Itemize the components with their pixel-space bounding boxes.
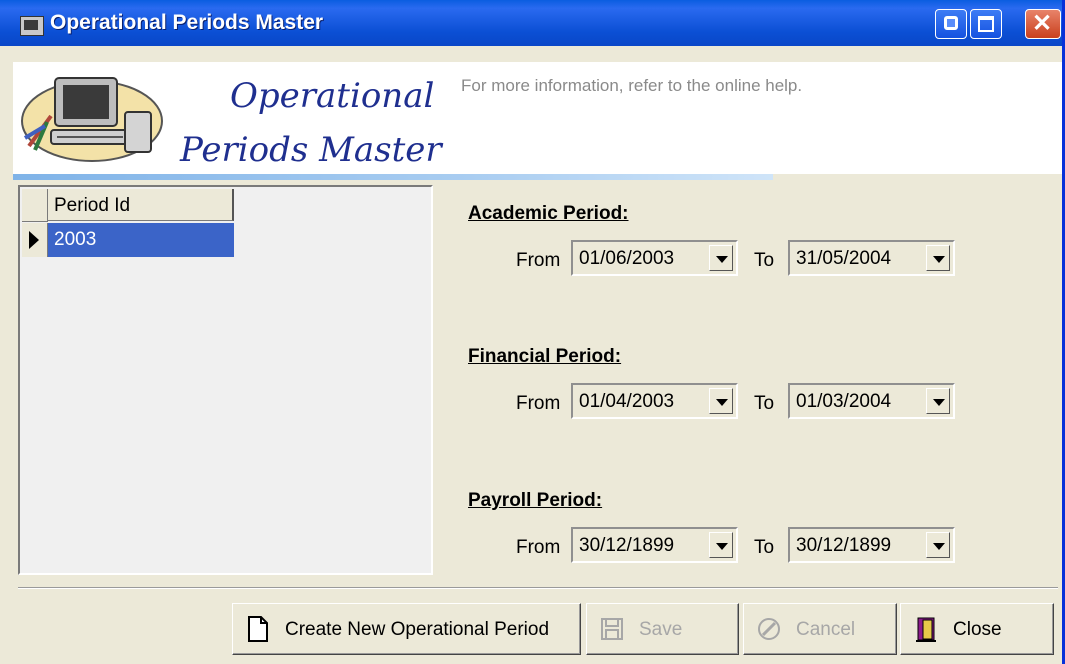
- payroll-to-label: To: [754, 537, 775, 558]
- financial-from-date[interactable]: 01/04/2003: [571, 383, 738, 419]
- payroll-period-title: Payroll Period:: [468, 490, 603, 511]
- chevron-down-icon[interactable]: [926, 245, 950, 271]
- minimize-button[interactable]: [935, 9, 967, 39]
- chevron-down-icon[interactable]: [926, 388, 950, 414]
- help-text: For more information, refer to the onlin…: [461, 76, 803, 95]
- payroll-to-value: 30/12/1899: [796, 535, 892, 556]
- operational-periods-window: Operational Periods Master ✕ Operational…: [0, 0, 1065, 664]
- exit-door-icon: [916, 617, 936, 642]
- column-header-period-id[interactable]: Period Id: [48, 189, 234, 221]
- academic-period-title: Academic Period:: [468, 203, 629, 224]
- period-grid[interactable]: Period Id 2003: [18, 185, 433, 575]
- maximize-icon: [978, 16, 994, 32]
- chevron-down-icon[interactable]: [709, 388, 733, 414]
- cancel-button[interactable]: Cancel: [743, 603, 897, 655]
- close-button[interactable]: Close: [900, 603, 1054, 655]
- computer-illustration-icon: [21, 77, 163, 162]
- cancel-button-label: Cancel: [796, 619, 856, 640]
- app-icon: [20, 16, 44, 36]
- academic-to-label: To: [754, 250, 775, 271]
- chevron-down-icon[interactable]: [709, 532, 733, 558]
- financial-to-label: To: [754, 393, 775, 414]
- financial-from-value: 01/04/2003: [579, 391, 675, 412]
- grid-cell-period-id[interactable]: 2003: [48, 223, 234, 257]
- payroll-from-date[interactable]: 30/12/1899: [571, 527, 738, 563]
- banner-heading-line2: Periods Master: [180, 130, 442, 170]
- payroll-from-value: 30/12/1899: [579, 535, 675, 556]
- close-icon: ✕: [1032, 10, 1053, 37]
- cancel-icon: [758, 618, 780, 640]
- financial-period-title: Financial Period:: [468, 346, 622, 367]
- save-disk-icon: [601, 618, 623, 640]
- create-new-period-button[interactable]: Create New Operational Period: [232, 603, 581, 655]
- payroll-to-date[interactable]: 30/12/1899: [788, 527, 955, 563]
- new-document-icon: [248, 616, 268, 642]
- academic-to-date[interactable]: 31/05/2004: [788, 240, 955, 276]
- current-row-indicator-icon[interactable]: [22, 223, 48, 257]
- chevron-down-icon[interactable]: [926, 532, 950, 558]
- academic-from-date[interactable]: 01/06/2003: [571, 240, 738, 276]
- academic-from-value: 01/06/2003: [579, 248, 675, 269]
- academic-to-value: 31/05/2004: [796, 248, 892, 269]
- payroll-from-label: From: [516, 537, 561, 558]
- save-button[interactable]: Save: [586, 603, 739, 655]
- financial-from-label: From: [516, 393, 561, 414]
- minimize-icon: [944, 16, 958, 30]
- chevron-down-icon[interactable]: [709, 245, 733, 271]
- window-title: Operational Periods Master: [50, 11, 324, 34]
- title-bar[interactable]: Operational Periods Master ✕: [0, 0, 1062, 46]
- maximize-button[interactable]: [970, 9, 1002, 39]
- banner-heading-line1: Operational: [230, 76, 435, 116]
- close-button-label: Close: [953, 619, 1002, 640]
- academic-from-label: From: [516, 250, 561, 271]
- header-banner: Operational Periods Master For more info…: [13, 62, 1062, 174]
- create-button-label: Create New Operational Period: [285, 619, 550, 640]
- header-divider: [13, 174, 773, 180]
- financial-to-value: 01/03/2004: [796, 391, 892, 412]
- grid-corner: [22, 189, 48, 222]
- window-close-button[interactable]: ✕: [1025, 9, 1061, 39]
- financial-to-date[interactable]: 01/03/2004: [788, 383, 955, 419]
- save-button-label: Save: [639, 619, 683, 640]
- footer-separator: [18, 587, 1058, 589]
